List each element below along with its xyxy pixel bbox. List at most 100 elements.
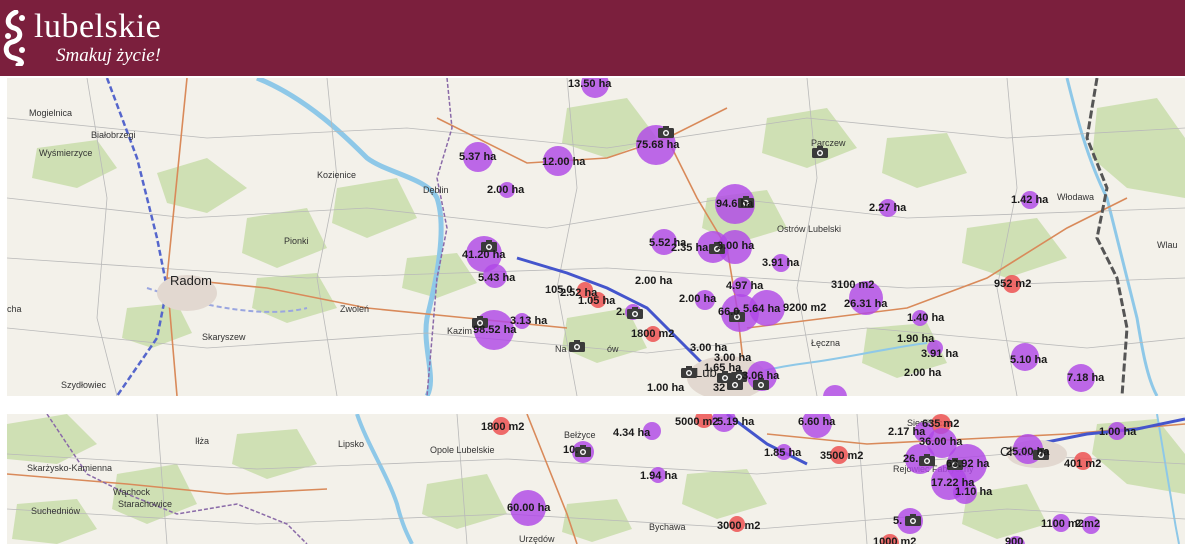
place-label: Na — [555, 344, 567, 354]
marker-label[interactable]: 41.20 ha — [462, 249, 505, 261]
marker-label[interactable]: 2.00 ha — [487, 184, 524, 196]
marker-label[interactable]: 1.42 ha — [1011, 194, 1048, 206]
place-label: Iłża — [195, 436, 210, 446]
marker-label[interactable]: 1.85 ha — [764, 447, 801, 459]
marker-label[interactable]: 2. — [616, 306, 625, 318]
marker-label[interactable]: 2.00 ha — [904, 367, 941, 379]
marker-label[interactable]: 3.91 ha — [762, 257, 799, 269]
map-panel-bottom[interactable]: Skarżysko-Kamienna Wąchock Starachowice … — [7, 414, 1185, 544]
marker-label[interactable]: 25.00 ha — [1006, 446, 1049, 458]
camera-icon[interactable] — [627, 307, 643, 319]
place-label: Wyśmierzyce — [39, 148, 93, 158]
marker-label[interactable]: 5.43 ha — [478, 272, 515, 284]
logo-ornament-icon — [3, 10, 25, 66]
place-label: Wąchock — [113, 487, 151, 497]
marker-label[interactable]: 63.92 ha — [946, 458, 989, 470]
camera-icon[interactable] — [905, 514, 921, 526]
place-label: ów — [607, 344, 619, 354]
place-label: Skarżysko-Kamienna — [27, 463, 113, 473]
place-label: Pionki — [284, 236, 309, 246]
marker-label[interactable]: 1000 m2 — [873, 536, 916, 544]
place-label: Zwoleń — [340, 304, 370, 314]
marker-label[interactable]: 1.00 ha — [1099, 426, 1136, 438]
place-label: Kazim — [447, 326, 473, 336]
marker-label[interactable]: 401 m2 — [1064, 458, 1101, 470]
marker-label[interactable]: 1800 m2 — [481, 421, 524, 433]
marker-label[interactable]: 2.00 ha — [635, 275, 672, 287]
marker-label[interactable]: 60.00 ha — [507, 502, 550, 514]
marker-label[interactable]: 5.19 ha — [717, 416, 754, 428]
place-label: Opole Lubelskie — [430, 445, 495, 455]
marker-label[interactable]: 3.00 ha — [717, 240, 754, 252]
marker-label[interactable]: 6.60 ha — [798, 416, 835, 428]
marker-label[interactable]: 1.05 ha — [578, 295, 615, 307]
camera-icon[interactable] — [658, 126, 674, 138]
place-label: Łęczna — [811, 338, 841, 348]
marker-label[interactable]: 1.00 ha — [647, 382, 684, 394]
marker-label[interactable]: 13.50 ha — [568, 78, 611, 90]
camera-icon[interactable] — [569, 340, 585, 352]
place-label: Suchedniów — [31, 506, 81, 516]
marker-label[interactable]: 900 — [1005, 536, 1023, 544]
place-label: Włodawa — [1057, 192, 1095, 202]
marker-label[interactable]: 5000 m2 — [675, 416, 718, 428]
marker-label[interactable]: 1.94 ha — [640, 470, 677, 482]
camera-icon[interactable] — [681, 366, 697, 378]
marker-label[interactable]: 3500 m2 — [820, 450, 863, 462]
page-margin — [0, 76, 7, 544]
marker-label[interactable]: 635 m2 — [922, 418, 959, 430]
marker-label[interactable]: 5. — [893, 515, 902, 527]
marker-label[interactable]: 4.34 ha — [613, 427, 650, 439]
place-label: Mogielnica — [29, 108, 73, 118]
marker-label[interactable]: 26.31 ha — [844, 298, 887, 310]
place-label: Wlau — [1157, 240, 1178, 250]
marker-label[interactable]: 32 — [713, 382, 725, 394]
marker-label[interactable]: 1.40 ha — [907, 312, 944, 324]
marker-label[interactable]: 5.37 ha — [459, 151, 496, 163]
marker-label[interactable]: 2.00 ha — [679, 293, 716, 305]
map-panel-top[interactable]: Mogielnica Białobrzegi Wyśmierzyce Kozie… — [7, 78, 1185, 396]
marker-label[interactable]: 12.00 ha — [542, 156, 585, 168]
site-tagline: Smakuj życie! — [56, 45, 161, 66]
place-label: Bełżyce — [564, 430, 596, 440]
marker-label[interactable]: 3000 m2 — [717, 520, 760, 532]
place-label: Białobrzegi — [91, 130, 136, 140]
place-label: Starachowice — [118, 499, 173, 509]
marker-label[interactable]: 1.90 ha — [897, 333, 934, 345]
marker-label[interactable]: 3100 m2 — [831, 279, 874, 291]
marker-label[interactable]: 5.10 ha — [1010, 354, 1047, 366]
place-label: Urzędów — [519, 534, 555, 544]
marker-label[interactable]: 66.0 — [718, 306, 739, 318]
marker-label[interactable]: 952 m2 — [994, 278, 1031, 290]
marker-label[interactable]: 10. — [563, 444, 578, 456]
marker-label[interactable]: 7.18 ha — [1067, 372, 1104, 384]
marker-label[interactable]: 36.00 ha — [919, 436, 962, 448]
place-label: Ostrów Lubelski — [777, 224, 842, 234]
place-label: Lipsko — [338, 439, 365, 449]
marker-label[interactable]: 1.65 ha — [704, 362, 741, 374]
marker-label[interactable]: 26. — [903, 453, 918, 465]
map-divider — [7, 396, 1185, 414]
camera-icon[interactable] — [812, 146, 828, 158]
marker-label[interactable]: 2 m2 — [1075, 518, 1100, 530]
marker-label[interactable]: 9200 m2 — [783, 302, 826, 314]
marker-label[interactable]: 1.10 ha — [955, 486, 992, 498]
place-label: Dęblin — [423, 185, 449, 195]
marker-label[interactable]: 3.91 ha — [921, 348, 958, 360]
map-basemap — [7, 78, 1185, 396]
marker-label[interactable]: 5.64 ha — [743, 303, 780, 315]
map-basemap — [7, 414, 1185, 544]
marker-label[interactable]: 4.97 ha — [726, 280, 763, 292]
marker-label[interactable]: 98.52 ha — [473, 324, 516, 336]
site-logo[interactable]: lubelskie — [34, 10, 161, 44]
marker-label[interactable]: 2.27 ha — [869, 202, 906, 214]
marker-label[interactable]: 75.68 ha — [636, 139, 679, 151]
place-label: Radom — [170, 273, 212, 288]
marker-label[interactable]: 2.35 ha — [671, 242, 708, 254]
camera-icon[interactable] — [919, 454, 935, 466]
marker-label[interactable]: 1800 m2 — [631, 328, 674, 340]
camera-icon[interactable] — [727, 378, 743, 390]
marker-label[interactable]: 94.6 ha — [716, 198, 753, 210]
marker-label[interactable]: 3.06 ha — [742, 370, 779, 382]
place-label: cha — [7, 304, 22, 314]
